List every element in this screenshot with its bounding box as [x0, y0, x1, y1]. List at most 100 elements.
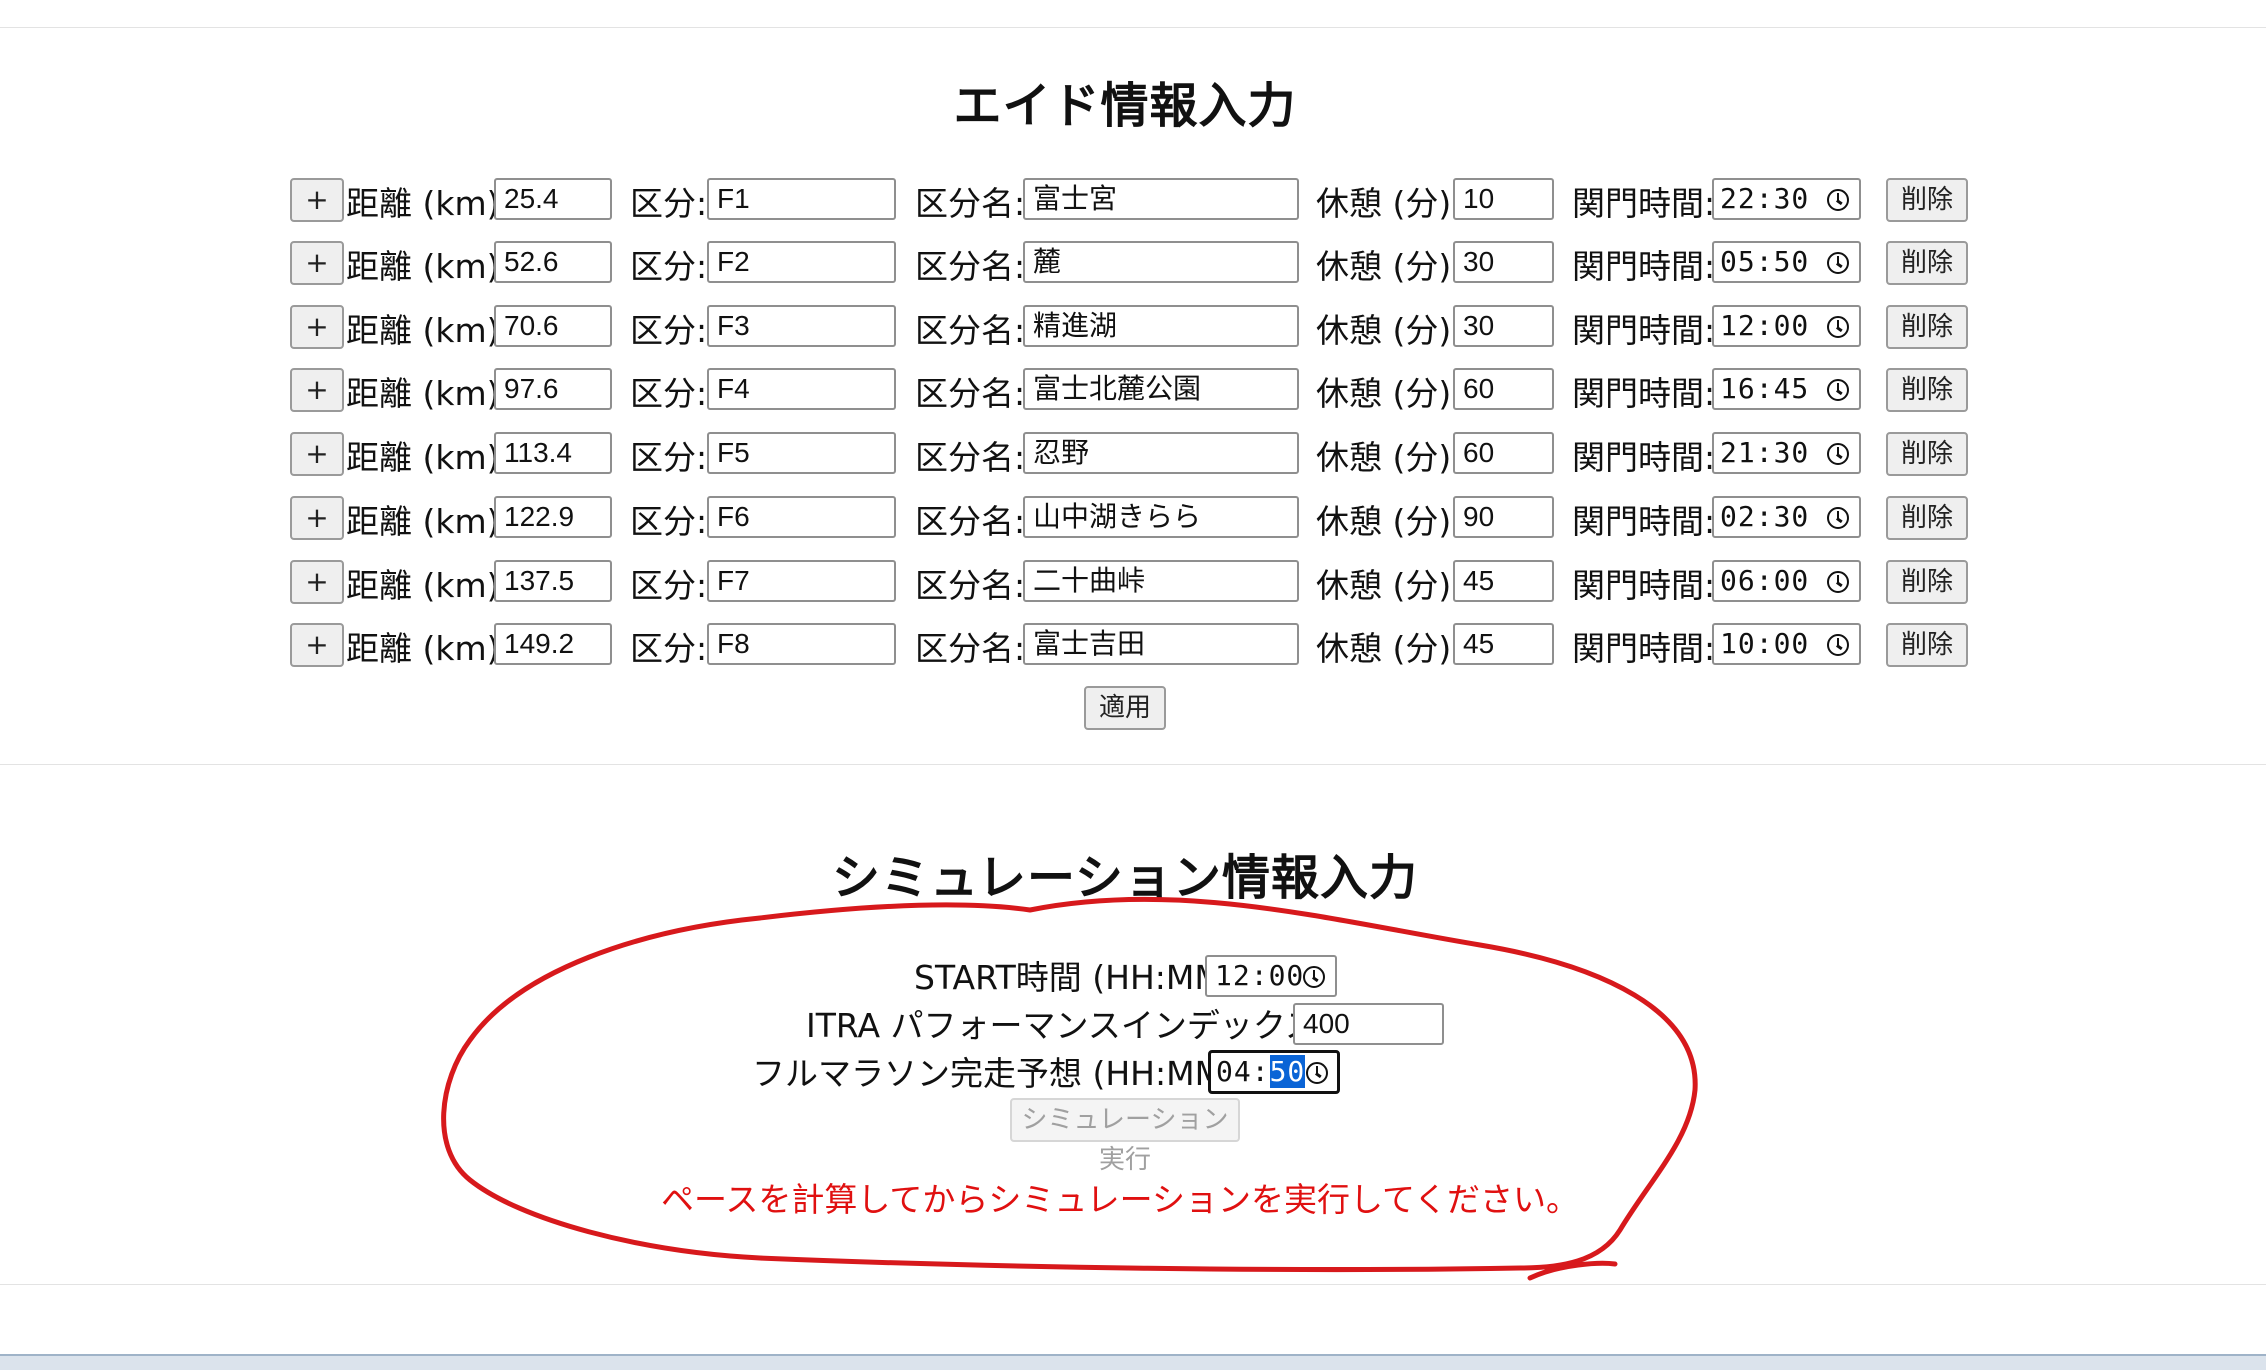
distance-input[interactable]: 149.2 — [494, 623, 612, 665]
instruction-message: ペースを計算してからシミュレーションを実行してください。 — [660, 1180, 1580, 1219]
segment-name-input[interactable]: 富士吉田 — [1023, 623, 1299, 665]
segment-input[interactable]: F6 — [707, 496, 896, 538]
clock-icon[interactable] — [1827, 634, 1849, 656]
cutoff-time-input[interactable]: 16:45 — [1712, 368, 1861, 410]
add-row-button[interactable]: + — [290, 496, 344, 540]
add-row-button[interactable]: + — [290, 241, 344, 285]
apply-button[interactable]: 適用 — [1084, 686, 1166, 730]
segment-input[interactable]: F7 — [707, 560, 896, 602]
segment-input[interactable]: F2 — [707, 241, 896, 283]
cutoff-label: 関門時間: — [1572, 502, 1716, 541]
rest-value: 30 — [1463, 310, 1495, 341]
clock-icon[interactable] — [1827, 571, 1849, 593]
cutoff-time-input[interactable]: 02:30 — [1712, 496, 1861, 538]
segment-name-input[interactable]: 富士宮 — [1023, 178, 1299, 220]
delete-button[interactable]: 削除 — [1886, 432, 1968, 476]
segment-input[interactable]: F1 — [707, 178, 896, 220]
rest-input[interactable]: 90 — [1453, 496, 1554, 538]
clock-icon[interactable] — [1827, 507, 1849, 529]
segment-name-input[interactable]: 二十曲峠 — [1023, 560, 1299, 602]
delete-button[interactable]: 削除 — [1886, 178, 1968, 222]
rest-label: 休憩 (分): — [1316, 438, 1463, 477]
add-row-button[interactable]: + — [290, 432, 344, 476]
cutoff-value: 02:30 — [1720, 500, 1810, 533]
distance-input[interactable]: 113.4 — [494, 432, 612, 474]
segment-input[interactable]: F4 — [707, 368, 896, 410]
segment-name-input[interactable]: 忍野 — [1023, 432, 1299, 474]
distance-input[interactable]: 70.6 — [494, 305, 612, 347]
segment-input[interactable]: F3 — [707, 305, 896, 347]
segment-name-value: 麓 — [1033, 246, 1062, 277]
rest-label: 休憩 (分): — [1316, 247, 1463, 286]
rest-input[interactable]: 60 — [1453, 432, 1554, 474]
rest-input[interactable]: 45 — [1453, 560, 1554, 602]
cutoff-value: 16:45 — [1720, 372, 1810, 405]
delete-button[interactable]: 削除 — [1886, 368, 1968, 412]
distance-value: 113.4 — [504, 437, 572, 468]
segment-value: F5 — [717, 437, 750, 468]
cutoff-time-input[interactable]: 06:00 — [1712, 560, 1861, 602]
distance-input[interactable]: 122.9 — [494, 496, 612, 538]
clock-icon[interactable] — [1827, 316, 1849, 338]
rest-input[interactable]: 30 — [1453, 305, 1554, 347]
distance-input[interactable]: 52.6 — [494, 241, 612, 283]
rest-input[interactable]: 60 — [1453, 368, 1554, 410]
clock-icon[interactable] — [1827, 379, 1849, 401]
cutoff-time-input[interactable]: 22:30 — [1712, 178, 1861, 220]
add-row-button[interactable]: + — [290, 623, 344, 667]
marathon-time-input[interactable]: 04:50 — [1208, 1050, 1340, 1094]
segment-input[interactable]: F8 — [707, 623, 896, 665]
segment-label: 区分: — [630, 438, 708, 477]
marathon-label: フルマラソン完走予想 (HH:MM): — [752, 1054, 1248, 1093]
segment-value: F2 — [717, 246, 750, 277]
rest-input[interactable]: 45 — [1453, 623, 1554, 665]
segment-value: F3 — [717, 310, 750, 341]
start-time-input[interactable]: 12:00 — [1205, 955, 1337, 997]
segment-input[interactable]: F5 — [707, 432, 896, 474]
aid-row: + 距離 (km): 122.9 区分: F6 区分名: 山中湖きらら 休憩 (… — [0, 496, 2266, 542]
rest-value: 60 — [1463, 373, 1495, 404]
segment-label: 区分: — [630, 247, 708, 286]
itra-input[interactable]: 400 — [1293, 1003, 1444, 1045]
distance-label: 距離 (km): — [346, 438, 511, 477]
clock-icon[interactable] — [1827, 252, 1849, 274]
delete-button[interactable]: 削除 — [1886, 305, 1968, 349]
clock-icon[interactable] — [1303, 966, 1325, 988]
delete-button[interactable]: 削除 — [1886, 241, 1968, 285]
clock-icon[interactable] — [1827, 443, 1849, 465]
segment-name-input[interactable]: 富士北麓公園 — [1023, 368, 1299, 410]
rest-input[interactable]: 30 — [1453, 241, 1554, 283]
segment-value: F6 — [717, 501, 750, 532]
clock-icon[interactable] — [1306, 1062, 1328, 1084]
add-row-button[interactable]: + — [290, 305, 344, 349]
rest-input[interactable]: 10 — [1453, 178, 1554, 220]
segment-name-value: 二十曲峠 — [1033, 565, 1146, 596]
add-row-button[interactable]: + — [290, 178, 344, 222]
distance-label: 距離 (km): — [346, 374, 511, 413]
segment-value: F1 — [717, 183, 750, 214]
cutoff-time-input[interactable]: 21:30 — [1712, 432, 1861, 474]
segment-name-input[interactable]: 麓 — [1023, 241, 1299, 283]
distance-input[interactable]: 137.5 — [494, 560, 612, 602]
segment-name-input[interactable]: 山中湖きらら — [1023, 496, 1299, 538]
clock-icon[interactable] — [1827, 189, 1849, 211]
cutoff-time-input[interactable]: 12:00 — [1712, 305, 1861, 347]
delete-button[interactable]: 削除 — [1886, 496, 1968, 540]
segment-label: 区分: — [630, 184, 708, 223]
cutoff-label: 関門時間: — [1572, 629, 1716, 668]
cutoff-value: 05:50 — [1720, 245, 1810, 278]
distance-value: 97.6 — [504, 373, 559, 404]
delete-button[interactable]: 削除 — [1886, 623, 1968, 667]
segment-name-input[interactable]: 精進湖 — [1023, 305, 1299, 347]
segment-name-value: 富士宮 — [1033, 183, 1118, 214]
add-row-button[interactable]: + — [290, 368, 344, 412]
segment-label: 区分: — [630, 311, 708, 350]
cutoff-time-input[interactable]: 05:50 — [1712, 241, 1861, 283]
distance-input[interactable]: 25.4 — [494, 178, 612, 220]
delete-button[interactable]: 削除 — [1886, 560, 1968, 604]
distance-input[interactable]: 97.6 — [494, 368, 612, 410]
cutoff-time-input[interactable]: 10:00 — [1712, 623, 1861, 665]
middle-divider — [0, 764, 2266, 765]
add-row-button[interactable]: + — [290, 560, 344, 604]
run-simulation-button[interactable]: シミュレーション実行 — [1010, 1098, 1240, 1175]
